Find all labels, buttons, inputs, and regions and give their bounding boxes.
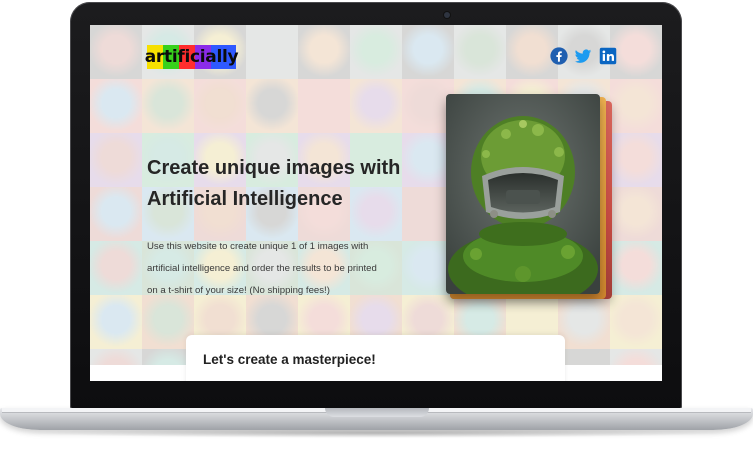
logo-text: artificially [144, 47, 239, 67]
twitter-link[interactable] [574, 47, 592, 65]
screen: artificially Create unique images with A… [90, 25, 662, 381]
hero-title-line1: Create unique images with [147, 157, 401, 179]
moss-helmet-artwork [446, 94, 600, 294]
hero-description: Use this website to create unique 1 of 1… [147, 241, 377, 296]
hero-title-line2: Artificial Intelligence [147, 188, 343, 210]
linkedin-icon [599, 47, 617, 65]
facebook-link[interactable] [550, 47, 568, 65]
moss-helmet-image [446, 94, 600, 294]
logo[interactable]: artificially [144, 45, 239, 69]
laptop-notch [325, 408, 429, 417]
facebook-icon [550, 47, 568, 65]
create-card: Let's create a masterpiece! [186, 335, 565, 381]
twitter-icon [574, 49, 592, 63]
card-title: Let's create a masterpiece! [203, 352, 376, 367]
linkedin-link[interactable] [599, 47, 617, 65]
laptop-mockup: artificially Create unique images with A… [0, 0, 753, 450]
hero-title: Create unique images with Artificial Int… [147, 153, 407, 215]
camera-dot [444, 12, 450, 18]
